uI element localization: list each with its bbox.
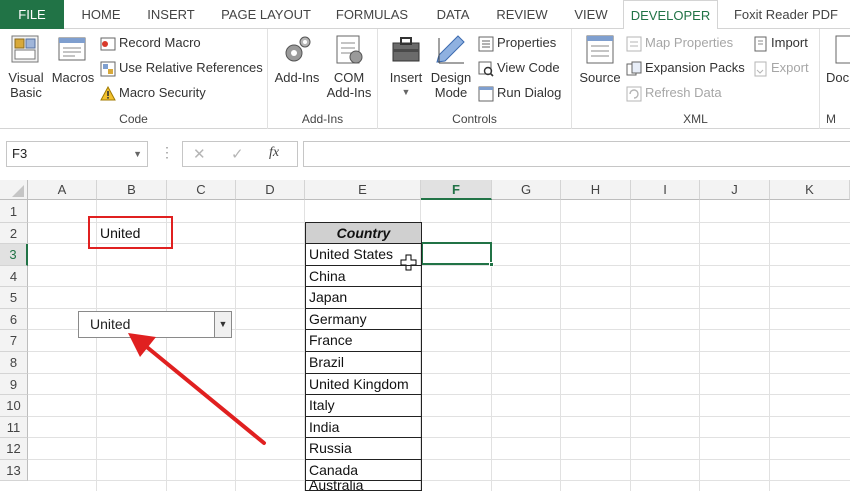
annotation-overlay [128,254,417,445]
table-row-country[interactable]: India [305,417,422,438]
table-row-country[interactable]: Brazil [305,352,422,374]
table-row-country[interactable]: Australia [305,481,422,491]
table-row-country[interactable]: Italy [305,395,422,417]
table-row-country[interactable]: China [305,266,422,287]
table-row-country[interactable]: United Kingdom [305,374,422,395]
red-arrow-line [146,346,266,445]
table-row-country[interactable]: Germany [305,309,422,330]
table-row-country[interactable]: Japan [305,287,422,309]
cell-b2[interactable]: United [97,223,167,244]
table-row-country[interactable]: United States [305,244,422,266]
table-row-country[interactable]: Canada [305,460,422,481]
table-header-country[interactable]: Country [305,222,422,244]
table-row-country[interactable]: France [305,330,422,352]
table-row-country[interactable]: Russia [305,438,422,460]
